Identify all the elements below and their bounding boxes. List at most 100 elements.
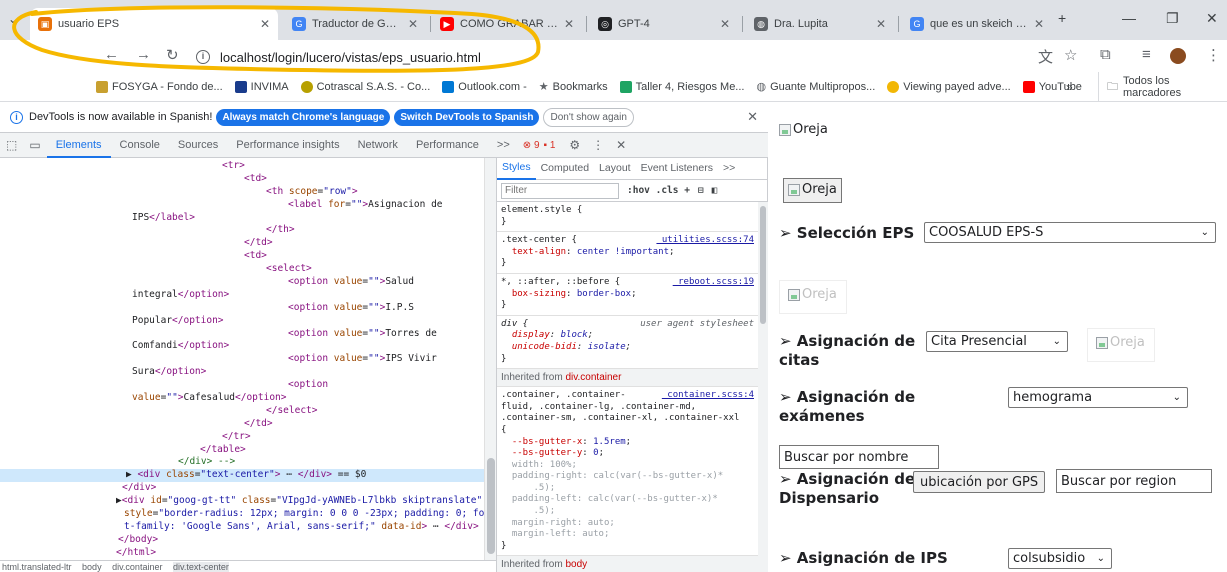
dom-node-line[interactable]: <option value="">IPS Vivir — [0, 353, 484, 366]
translate-icon[interactable]: 文 — [1038, 46, 1053, 67]
styles-scrollbar-thumb[interactable] — [760, 206, 766, 324]
elements-scrollbar[interactable] — [484, 158, 496, 560]
inspect-element-icon[interactable]: ⬚ — [0, 138, 23, 152]
tab-console[interactable]: Console — [111, 133, 169, 158]
menu-kebab-icon[interactable]: ⋮ — [1206, 46, 1221, 64]
bookmark-item[interactable]: Cotrascal S.A.S. - Co... — [300, 80, 430, 93]
tab-dra-lupita[interactable]: ◍ Dra. Lupita ✕ — [746, 8, 894, 40]
breadcrumb-item[interactable]: div.container — [112, 562, 162, 572]
dom-node-line[interactable]: IPS</label> — [0, 212, 484, 225]
tab-youtube[interactable]: ▶ COMO GRABAR PA ✕ — [432, 8, 582, 40]
styles-filter-input[interactable] — [501, 182, 619, 199]
oreja-image-button[interactable]: Oreja — [783, 178, 842, 203]
forward-icon[interactable]: → — [136, 46, 151, 63]
switch-to-spanish-button[interactable]: Switch DevTools to Spanish — [394, 108, 540, 126]
dom-node-line[interactable]: </td> — [0, 237, 484, 250]
bookmark-item[interactable]: Viewing payed adve... — [887, 80, 1011, 93]
dom-node-line[interactable]: </select> — [0, 405, 484, 418]
close-window-icon[interactable]: ✕ — [1206, 10, 1218, 27]
tab-search-icon[interactable]: ⌄ — [8, 12, 18, 26]
close-tab-icon[interactable]: ✕ — [876, 17, 886, 31]
dom-node-line[interactable]: <select> — [0, 263, 484, 276]
gps-location-button[interactable]: ubicación por GPS — [913, 471, 1046, 493]
dom-node-line[interactable]: <label for="">Asignacion de — [0, 199, 484, 212]
breadcrumb-item[interactable]: html.translated-ltr — [2, 562, 72, 572]
dom-node-line[interactable]: </table> — [0, 444, 484, 457]
dom-node-line[interactable]: value="">Cafesalud</option> — [0, 392, 484, 405]
tab-usuario-eps[interactable]: ▣ usuario EPS ✕ — [30, 8, 278, 40]
tab-computed[interactable]: Computed — [536, 158, 594, 179]
dom-node-line[interactable]: </tr> — [0, 431, 484, 444]
tab-traductor[interactable]: G Traductor de Google ✕ — [284, 8, 426, 40]
css-rule[interactable]: .text-center {_utilities.scss:74 text-al… — [497, 232, 768, 274]
elements-scrollbar-thumb[interactable] — [487, 458, 495, 554]
styles-toolbar-buttons[interactable]: :hov .cls + — [627, 185, 690, 196]
selected-dom-node[interactable]: ▶ <div class="text-center"> ⋯ </div> == … — [0, 469, 484, 483]
close-devtools-icon[interactable]: ✕ — [610, 138, 632, 152]
dont-show-again-button[interactable]: Don't show again — [543, 107, 634, 127]
bookmark-item[interactable]: Taller 4, Riesgos Me... — [619, 80, 744, 93]
tab-sources[interactable]: Sources — [169, 133, 227, 158]
more-styles-tabs[interactable]: >> — [718, 158, 740, 179]
devtools-menu-icon[interactable]: ⋮ — [586, 138, 610, 152]
close-tab-icon[interactable]: ✕ — [720, 17, 730, 31]
dom-node-line[interactable]: Comfandi</option> — [0, 340, 484, 353]
css-rule[interactable]: element.style { } — [497, 202, 768, 233]
dom-node-line[interactable]: <td> — [0, 173, 484, 186]
restore-icon[interactable]: ❐ — [1166, 10, 1179, 27]
dom-node-line[interactable]: <td> — [0, 250, 484, 263]
tab-sketch[interactable]: G que es un skeich - Bu ✕ — [902, 8, 1052, 40]
tab-styles[interactable]: Styles — [497, 158, 536, 180]
citas-select[interactable]: Cita Presencial ⌄ — [926, 331, 1068, 352]
extensions-icon[interactable]: ⧉ — [1100, 46, 1111, 63]
dom-node-line[interactable]: </th> — [0, 224, 484, 237]
tab-elements[interactable]: Elements — [46, 133, 111, 158]
close-infobar-icon[interactable]: ✕ — [747, 109, 758, 125]
new-tab-icon[interactable]: + — [1058, 10, 1066, 26]
settings-gear-icon[interactable]: ⚙ — [563, 138, 586, 152]
dom-node-line[interactable]: <option — [0, 379, 484, 392]
tab-layout[interactable]: Layout — [594, 158, 636, 179]
close-tab-icon[interactable]: ✕ — [1034, 17, 1044, 31]
computed-toggle-icon[interactable]: ⊟ — [698, 185, 704, 196]
more-tabs-chevron[interactable]: >> — [488, 133, 519, 158]
breadcrumb-item-current[interactable]: div.text-center — [172, 562, 229, 572]
css-rule[interactable]: div {user agent stylesheet display: bloc… — [497, 316, 768, 370]
issue-count-badge[interactable]: ▪ 1 — [544, 140, 556, 151]
tab-gpt4[interactable]: ◎ GPT-4 ✕ — [590, 8, 738, 40]
profile-avatar-icon[interactable] — [1170, 48, 1186, 64]
reload-icon[interactable]: ↻ — [166, 46, 179, 64]
bookmark-item[interactable]: ◍ Guante Multipropos... — [756, 80, 875, 94]
site-info-icon[interactable]: i — [196, 50, 210, 64]
bookmark-star-icon[interactable]: ☆ — [1064, 46, 1077, 64]
bookmark-item[interactable]: Outlook.com - — [442, 80, 527, 93]
dom-node-line[interactable]: style="border-radius: 12px; margin: 0 0 … — [0, 508, 484, 521]
close-tab-icon[interactable]: ✕ — [564, 17, 574, 31]
css-rule[interactable]: *, ::after, ::before {_reboot.scss:19 bo… — [497, 274, 768, 316]
close-tab-icon[interactable]: ✕ — [408, 17, 418, 31]
dom-node-line[interactable]: </html> — [0, 547, 484, 560]
breadcrumb-item[interactable]: body — [82, 562, 102, 572]
ips-select[interactable]: colsubsidio ⌄ — [1008, 548, 1112, 569]
bookmark-item[interactable]: ★ Bookmarks — [539, 80, 608, 94]
all-bookmarks-folder[interactable]: 🗀 Todos los marcadores — [1098, 72, 1227, 102]
examenes-select[interactable]: hemograma ⌄ — [1008, 387, 1188, 408]
tab-performance[interactable]: Performance — [407, 133, 488, 158]
error-count-badge[interactable]: ⊗ 9 — [523, 140, 540, 151]
dom-node-line[interactable]: <tr> — [0, 160, 484, 173]
bookmark-item[interactable]: YouTube — [1022, 80, 1082, 93]
tab-network[interactable]: Network — [349, 133, 407, 158]
dom-node-line[interactable]: <option value="">Salud — [0, 276, 484, 289]
back-icon[interactable]: ← — [104, 46, 119, 63]
styles-scrollbar[interactable] — [758, 202, 768, 572]
dom-node-line[interactable]: <th scope="row"> — [0, 186, 484, 199]
eps-select[interactable]: COOSALUD EPS-S ⌄ — [924, 222, 1216, 243]
address-bar[interactable]: i localhost/login/lucero/vistas/eps_usua… — [196, 44, 1056, 70]
dom-node-line[interactable]: </div> --> — [0, 456, 484, 469]
always-match-language-button[interactable]: Always match Chrome's language — [216, 108, 391, 126]
dom-node-line[interactable]: t-family: 'Google Sans', Arial, sans-ser… — [0, 521, 484, 534]
dom-node-line[interactable]: <option value="">I.P.S — [0, 302, 484, 315]
css-rule[interactable]: .container, .container- _container.scss:4… — [497, 387, 768, 557]
dom-node-line[interactable]: </body> — [0, 534, 484, 547]
dom-node-line[interactable]: </td> — [0, 418, 484, 431]
